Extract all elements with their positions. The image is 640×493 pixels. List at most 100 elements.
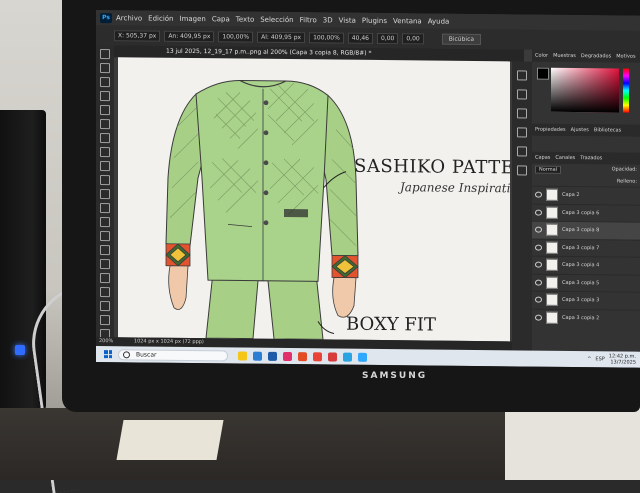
monitor-screen: Ps Archivo Edición Imagen Capa Texto Sel… — [96, 10, 640, 368]
tab-motivos[interactable]: Motivos — [616, 53, 635, 59]
tab-propiedades[interactable]: Propiedades — [535, 127, 566, 133]
layer-row[interactable]: Capa 3 copia 3 — [532, 290, 640, 310]
path-select-icon[interactable] — [100, 287, 110, 298]
type-tool-icon[interactable] — [100, 273, 110, 284]
shape-tool-icon[interactable] — [100, 301, 110, 312]
menu-item-imagen[interactable]: Imagen — [180, 14, 206, 22]
menu-item-seleccion[interactable]: Selección — [260, 15, 293, 23]
brush-panel-icon[interactable] — [517, 146, 527, 157]
character-panel-icon[interactable] — [517, 108, 527, 119]
h-skew-field[interactable]: 0,00 — [376, 32, 399, 44]
angle-field[interactable]: 40,46 — [347, 32, 373, 44]
photoshop-logo-icon[interactable]: Ps — [100, 12, 112, 23]
layer-row[interactable]: Capa 3 copia 7 — [532, 238, 640, 257]
eye-icon[interactable] — [535, 191, 542, 198]
menu-item-3d[interactable]: 3D — [323, 16, 333, 24]
eye-icon[interactable] — [535, 279, 542, 286]
foreground-swatch[interactable] — [537, 67, 549, 80]
taskbar-app-icon[interactable] — [358, 352, 367, 362]
clock[interactable]: 12:42 p.m. 13/7/2025 — [609, 353, 636, 365]
tab-color[interactable]: Color — [535, 53, 548, 59]
taskbar-app-icon[interactable] — [268, 351, 277, 361]
history-brush-icon[interactable] — [100, 189, 110, 200]
frame-tool-icon[interactable] — [100, 119, 110, 130]
menu-item-plugins[interactable]: Plugins — [362, 16, 387, 24]
layer-row[interactable]: Capa 2 — [532, 185, 640, 205]
history-panel-icon[interactable] — [517, 70, 527, 81]
layer-row[interactable]: Capa 3 copia 4 — [532, 255, 640, 275]
x-field[interactable]: X: 505,37 px — [114, 29, 161, 42]
chevron-up-icon[interactable]: ^ — [587, 356, 591, 362]
tab-bibliotecas[interactable]: Bibliotecas — [594, 127, 621, 133]
color-picker-field[interactable] — [551, 67, 619, 113]
taskbar-app-icon[interactable] — [253, 351, 262, 361]
scale-height-field[interactable]: 100,00% — [309, 31, 344, 44]
pen-tool-icon[interactable] — [100, 259, 110, 270]
eye-icon[interactable] — [535, 226, 542, 233]
taskbar-app-icon[interactable] — [328, 351, 337, 362]
eye-icon[interactable] — [535, 261, 542, 268]
heading-sashiko: SASHIKO PATTERN — [354, 155, 510, 179]
hand-tool-icon[interactable] — [100, 315, 110, 326]
layer-row[interactable]: Capa 3 copia 2 — [532, 308, 640, 327]
lasso-tool-icon[interactable] — [100, 77, 110, 88]
blend-mode-select[interactable]: Normal — [535, 165, 562, 174]
healing-tool-icon[interactable] — [100, 147, 110, 158]
menu-item-archivo[interactable]: Archivo — [116, 14, 142, 22]
menu-item-capa[interactable]: Capa — [212, 15, 230, 23]
blur-tool-icon[interactable] — [100, 231, 110, 242]
taskbar-app-icon[interactable] — [238, 350, 247, 361]
interpolation-select[interactable]: Bicúbica — [441, 33, 482, 45]
move-tool-icon[interactable] — [100, 49, 110, 60]
taskbar-app-icon[interactable] — [313, 351, 322, 361]
menu-item-texto[interactable]: Texto — [236, 15, 254, 23]
eraser-tool-icon[interactable] — [100, 203, 110, 214]
marquee-tool-icon[interactable] — [100, 63, 110, 74]
eye-icon[interactable] — [535, 244, 542, 251]
stamp-tool-icon[interactable] — [100, 175, 110, 186]
tab-ajustes[interactable]: Ajustes — [571, 127, 589, 133]
width-field[interactable]: An: 409,95 px — [164, 30, 215, 42]
taskbar-app-icon[interactable] — [298, 351, 307, 361]
crop-tool-icon[interactable] — [100, 105, 110, 116]
eye-icon[interactable] — [535, 209, 542, 216]
paragraph-panel-icon[interactable] — [517, 127, 527, 138]
properties-panel-icon[interactable] — [517, 89, 527, 100]
menu-item-edicion[interactable]: Edición — [148, 14, 173, 22]
subheading-japanese: Japanese Inspirati — [400, 180, 510, 196]
height-field[interactable]: Al: 409,95 px — [257, 31, 306, 43]
layer-row[interactable]: Capa 3 copia 8 — [532, 220, 640, 240]
tab-degradados[interactable]: Degradados — [581, 53, 611, 59]
zoom-level[interactable]: 200% — [99, 338, 113, 344]
eye-icon[interactable] — [535, 296, 542, 303]
windows-start-icon[interactable] — [104, 350, 112, 359]
layer-name: Capa 3 copia 6 — [562, 209, 600, 217]
taskbar-app-icon[interactable] — [343, 352, 352, 362]
eye-icon[interactable] — [535, 314, 542, 321]
menu-item-vista[interactable]: Vista — [339, 16, 356, 24]
layer-row[interactable]: Capa 3 copia 6 — [532, 203, 640, 222]
tab-canales[interactable]: Canales — [555, 155, 575, 161]
brush-tool-icon[interactable] — [100, 161, 110, 172]
document-canvas[interactable]: SASHIKO PATTERN Japanese Inspirati BOXY … — [118, 57, 510, 342]
menu-item-ayuda[interactable]: Ayuda — [428, 17, 450, 25]
layer-row[interactable]: Capa 3 copia 5 — [532, 273, 640, 292]
scale-width-field[interactable]: 100,00% — [218, 30, 254, 43]
hue-slider[interactable] — [623, 68, 629, 113]
info-panel-icon[interactable] — [517, 165, 527, 176]
dodge-tool-icon[interactable] — [100, 245, 110, 256]
tab-trazados[interactable]: Trazados — [580, 155, 602, 161]
language-indicator[interactable]: ESP — [595, 356, 604, 362]
gradient-tool-icon[interactable] — [100, 217, 110, 228]
layer-name: Capa 3 copia 5 — [562, 279, 600, 287]
taskbar-app-icon[interactable] — [283, 351, 292, 361]
document-info: 1024 px x 1024 px (72 ppp) — [133, 338, 204, 346]
menu-item-ventana[interactable]: Ventana — [393, 17, 422, 25]
taskbar-search[interactable]: Buscar — [118, 348, 228, 361]
tab-muestras[interactable]: Muestras — [553, 53, 576, 59]
select-tool-icon[interactable] — [100, 91, 110, 102]
eyedropper-tool-icon[interactable] — [100, 133, 110, 144]
menu-item-filtro[interactable]: Filtro — [300, 16, 317, 24]
tab-capas[interactable]: Capas — [535, 155, 550, 161]
v-skew-field[interactable]: 0,00 — [402, 32, 424, 44]
